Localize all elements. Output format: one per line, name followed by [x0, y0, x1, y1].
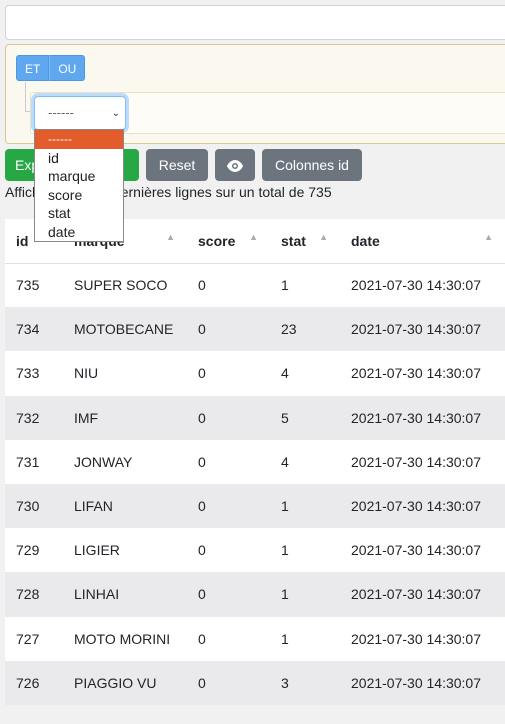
condition-et-button[interactable]: ET: [16, 55, 50, 81]
cell-id: 734: [5, 307, 63, 352]
sort-icon: ▲: [319, 232, 328, 242]
cell-score: 0: [187, 439, 270, 484]
cell-date: 2021-07-30 14:30:07: [340, 307, 505, 352]
cell-stat: 4: [270, 439, 340, 484]
table-row[interactable]: 729 LIGIER 0 1 2021-07-30 14:30:07: [5, 528, 505, 573]
cell-stat: 1: [270, 572, 340, 617]
cell-marque: LIFAN: [63, 483, 187, 529]
field-option[interactable]: date: [35, 223, 123, 242]
cell-score: 0: [187, 572, 270, 617]
cell-stat: 1: [270, 616, 340, 661]
cell-marque: SUPER SOCO: [63, 263, 187, 308]
cell-score: 0: [187, 307, 270, 352]
field-dropdown: ------ id marque score stat date: [34, 129, 124, 242]
cell-date: 2021-07-30 14:30:07: [340, 528, 505, 573]
cell-marque: LINHAI: [63, 572, 187, 617]
table-row[interactable]: 731 JONWAY 0 4 2021-07-30 14:30:07: [5, 439, 505, 484]
cell-date: 2021-07-30 14:30:07: [340, 263, 505, 308]
column-header-label: id: [16, 232, 29, 249]
cell-marque: NIU: [63, 351, 187, 396]
cell-date: 2021-07-30 14:30:07: [340, 660, 505, 705]
column-header-label: stat: [281, 232, 306, 249]
cell-score: 0: [187, 263, 270, 308]
cell-date: 2021-07-30 14:30:07: [340, 483, 505, 529]
cell-id: 728: [5, 572, 63, 617]
reset-button[interactable]: Reset: [146, 149, 208, 181]
cell-stat: 1: [270, 263, 340, 308]
field-option[interactable]: ------: [35, 130, 123, 149]
cell-date: 2021-07-30 14:30:07: [340, 439, 505, 484]
column-header-stat[interactable]: stat ▲: [270, 219, 340, 264]
table-row[interactable]: 727 MOTO MORINI 0 1 2021-07-30 14:30:07: [5, 616, 505, 661]
field-option[interactable]: marque: [35, 167, 123, 186]
chevron-down-icon: ⌄: [111, 108, 120, 119]
column-header-date[interactable]: date ▲: [340, 219, 505, 264]
sort-icon: ▲: [484, 232, 493, 242]
table-row[interactable]: 732 IMF 0 5 2021-07-30 14:30:07: [5, 395, 505, 440]
table-row[interactable]: 733 NIU 0 4 2021-07-30 14:30:07: [5, 351, 505, 396]
table-row[interactable]: 726 PIAGGIO VU 0 3 2021-07-30 14:30:07: [5, 660, 505, 705]
sort-icon: ▲: [249, 232, 258, 242]
data-table: id▲ marque▲ score▲ stat▲ date▲ 735SUPER …: [5, 219, 505, 705]
cell-id: 733: [5, 351, 63, 396]
cell-id: 726: [5, 660, 63, 705]
view-toggle-button[interactable]: [215, 149, 255, 181]
cell-score: 0: [187, 660, 270, 705]
table-body: 735 SUPER SOCO 0 1 2021-07-30 14:30:07 734 MOT…: [5, 263, 505, 705]
field-option[interactable]: score: [35, 186, 123, 205]
cell-date: 2021-07-30 14:30:07: [340, 616, 505, 661]
cell-score: 0: [187, 395, 270, 440]
field-option[interactable]: id: [35, 149, 123, 168]
cell-id: 735: [5, 263, 63, 308]
cell-marque: JONWAY: [63, 439, 187, 484]
column-header-label: score: [198, 232, 236, 249]
cell-id: 732: [5, 395, 63, 440]
cell-marque: PIAGGIO VU: [63, 660, 187, 705]
cell-stat: 3: [270, 660, 340, 705]
cell-score: 0: [187, 616, 270, 661]
cell-id: 731: [5, 439, 63, 484]
table-row[interactable]: 730 LIFAN 0 1 2021-07-30 14:30:07: [5, 483, 505, 529]
cell-stat: 23: [270, 307, 340, 352]
cell-date: 2021-07-30 14:30:07: [340, 395, 505, 440]
cell-stat: 1: [270, 483, 340, 529]
rule-field-select[interactable]: ------ ⌄: [34, 96, 126, 130]
cell-date: 2021-07-30 14:30:07: [340, 351, 505, 396]
sort-icon: ▲: [166, 232, 175, 242]
search-input[interactable]: [5, 5, 505, 40]
cell-id: 727: [5, 616, 63, 661]
cell-score: 0: [187, 483, 270, 529]
cell-score: 0: [187, 351, 270, 396]
rule-field-select-value: ------: [48, 105, 74, 120]
cell-marque: IMF: [63, 395, 187, 440]
table-row[interactable]: 728 LINHAI 0 1 2021-07-30 14:30:07: [5, 572, 505, 617]
cell-marque: MOTO MORINI: [63, 616, 187, 661]
cell-stat: 5: [270, 395, 340, 440]
field-option[interactable]: stat: [35, 204, 123, 223]
cell-stat: 1: [270, 528, 340, 573]
column-header-label: date: [351, 232, 380, 249]
cell-marque: LIGIER: [63, 528, 187, 573]
cell-score: 0: [187, 528, 270, 573]
condition-ou-button[interactable]: OU: [49, 55, 86, 81]
cell-date: 2021-07-30 14:30:07: [340, 572, 505, 617]
column-header-score[interactable]: score ▲: [187, 219, 270, 264]
cell-id: 730: [5, 483, 63, 529]
cell-marque: MOTOBECANE: [63, 307, 187, 352]
table-row[interactable]: 734 MOTOBECANE 0 23 2021-07-30 14:30:07: [5, 307, 505, 352]
cell-stat: 4: [270, 351, 340, 396]
eye-icon: [227, 160, 243, 173]
columns-button[interactable]: Colonnes id: [262, 149, 362, 181]
cell-id: 729: [5, 528, 63, 573]
table-row[interactable]: 735 SUPER SOCO 0 1 2021-07-30 14:30:07: [5, 263, 505, 308]
condition-toggle: ET OU: [16, 55, 86, 81]
